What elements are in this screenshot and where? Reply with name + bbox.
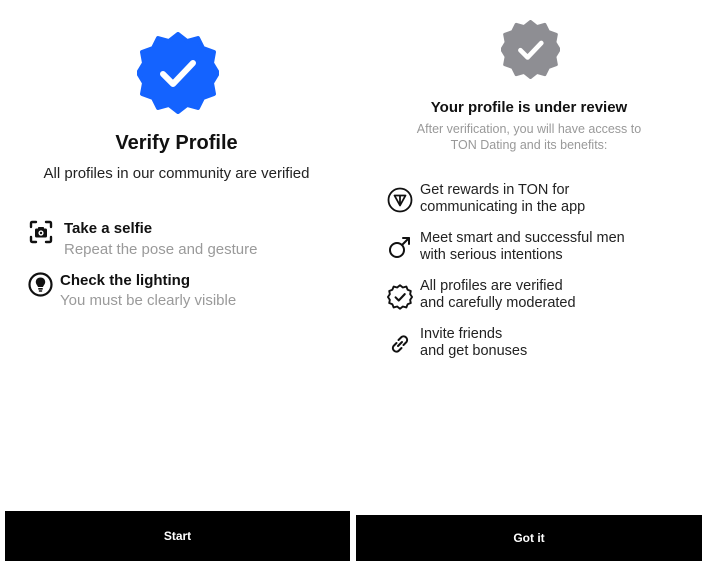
ton-icon (387, 187, 413, 213)
profile-review-panel: Your profile is under review After verif… (353, 0, 705, 561)
lightbulb-icon (28, 272, 53, 297)
verification-screens: Verify Profile All profiles in our commu… (0, 0, 705, 561)
got-it-button[interactable]: Got it (356, 515, 702, 561)
benefit-invite: Invite friends and get bonuses (420, 326, 527, 360)
benefit-verified-line-1: All profiles are verified (420, 278, 563, 294)
benefit-meet-line-1: Meet smart and successful men (420, 230, 625, 246)
review-subtitle-line-2: TON Dating and its benefits: (450, 138, 608, 152)
benefit-rewards: Get rewards in TON for communicating in … (420, 182, 585, 216)
review-subtitle-line-1: After verification, you will have access… (416, 122, 642, 136)
benefit-invite-line-1: Invite friends (420, 326, 503, 342)
verify-profile-panel: Verify Profile All profiles in our commu… (0, 0, 353, 561)
step-selfie-title: Take a selfie (64, 220, 153, 237)
verified-badge-icon (137, 32, 219, 114)
review-subtitle: After verification, you will have access… (353, 121, 705, 153)
benefit-verified-line-2: and carefully moderated (420, 295, 576, 311)
benefit-invite-line-2: and get bonuses (420, 343, 528, 359)
benefit-rewards-line-2: communicating in the app (420, 199, 586, 215)
benefit-rewards-line-1: Get rewards in TON for (420, 182, 570, 198)
step-lighting-title: Check the lighting (60, 272, 191, 289)
pending-badge-icon (501, 20, 560, 79)
link-icon (387, 331, 413, 357)
page-title: Verify Profile (115, 132, 238, 154)
benefit-meet: Meet smart and successful men with serio… (420, 230, 625, 264)
review-title: Your profile is under review (430, 99, 628, 116)
benefit-verified: All profiles are verified and carefully … (420, 278, 576, 312)
camera-scan-icon (29, 220, 53, 244)
verified-check-icon (387, 284, 413, 310)
step-lighting-description: You must be clearly visible (60, 292, 237, 309)
page-subtitle: All profiles in our community are verifi… (43, 165, 310, 182)
benefit-meet-line-2: with serious intentions (420, 247, 563, 263)
step-selfie-description: Repeat the pose and gesture (64, 241, 258, 258)
start-button[interactable]: Start (5, 511, 350, 561)
male-symbol-icon (387, 234, 413, 260)
